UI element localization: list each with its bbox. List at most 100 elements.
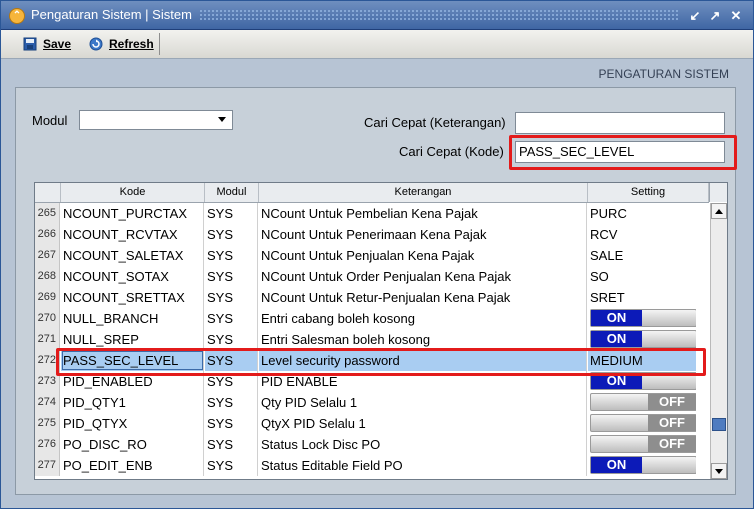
cell-kode[interactable]: PID_QTYX [61,413,204,434]
table-row[interactable]: 269 NCOUNT_SRETTAX SYS NCount Untuk Retur-P… [35,287,709,308]
table-row[interactable]: 270 NULL_BRANCH SYS Entri cabang boleh koso… [35,308,709,329]
cell-modul[interactable]: SYS [205,245,258,266]
arrow-up-icon [715,209,723,214]
toggle-off[interactable]: OFF [590,393,696,411]
cell-kode[interactable]: NCOUNT_SRETTAX [61,287,204,308]
toggle-on[interactable]: ON [590,309,696,327]
toggle-label: ON [591,457,642,473]
cell-setting[interactable]: SRET [588,287,696,308]
scroll-thumb[interactable] [712,418,726,431]
cell-modul[interactable]: SYS [205,392,258,413]
cell-kode[interactable]: PO_EDIT_ENB [61,455,204,476]
cell-setting[interactable]: OFF [588,392,696,413]
cell-keterangan[interactable]: NCount Untuk Penjualan Kena Pajak [259,245,587,266]
toggle-label: OFF [648,436,696,452]
title-drag-area[interactable] [199,9,679,21]
section-title: PENGATURAN SISTEM [598,67,729,81]
cell-modul[interactable]: SYS [205,224,258,245]
floppy-disk-icon [23,37,37,51]
toggle-off[interactable]: OFF [590,435,696,453]
title-bar[interactable]: ⌃ Pengaturan Sistem | Sistem ↙ ↗ ✕ [1,1,753,30]
cell-keterangan[interactable]: QtyX PID Selalu 1 [259,413,587,434]
modul-label: Modul [32,113,68,128]
table-row[interactable]: 268 NCOUNT_SOTAX SYS NCount Untuk Order Pen… [35,266,709,287]
cell-modul[interactable]: SYS [205,308,258,329]
cell-keterangan[interactable]: NCount Untuk Pembelian Kena Pajak [259,203,587,224]
table-row[interactable]: 276 PO_DISC_RO SYS Status Lock Disc PO OFF [35,434,709,455]
cell-keterangan[interactable]: Status Lock Disc PO [259,434,587,455]
table-row[interactable]: 274 PID_QTY1 SYS Qty PID Selalu 1 OFF [35,392,709,413]
row-number: 276 [35,434,60,455]
cell-setting[interactable]: RCV [588,224,696,245]
cell-setting[interactable]: ON [588,455,696,476]
cell-keterangan[interactable]: NCount Untuk Order Penjualan Kena Pajak [259,266,587,287]
header-keterangan[interactable]: Keterangan [259,183,588,202]
cell-kode[interactable]: NCOUNT_RCVTAX [61,224,204,245]
cell-modul[interactable]: SYS [205,203,258,224]
cell-modul[interactable]: SYS [205,413,258,434]
table-row[interactable]: 266 NCOUNT_RCVTAX SYS NCount Untuk Penerima… [35,224,709,245]
cari-kode-input[interactable]: PASS_SEC_LEVEL [515,141,725,163]
cell-keterangan[interactable]: NCount Untuk Penerimaan Kena Pajak [259,224,587,245]
maximize-icon[interactable]: ↗ [708,9,722,23]
table-row[interactable]: 271 NULL_SREP SYS Entri Salesman boleh koso… [35,329,709,350]
cell-setting[interactable]: PURC [588,203,696,224]
table-header: Kode Modul Keterangan Setting [35,183,709,203]
cell-keterangan[interactable]: Qty PID Selalu 1 [259,392,587,413]
cell-setting[interactable]: ON [588,308,696,329]
cell-keterangan[interactable]: Entri cabang boleh kosong [259,308,587,329]
toggle-off[interactable]: OFF [590,414,696,432]
modul-select[interactable] [79,110,233,130]
cell-modul[interactable]: SYS [205,329,258,350]
cell-kode[interactable]: NULL_SREP [61,329,204,350]
cell-keterangan[interactable]: Status Editable Field PO [259,455,587,476]
cell-setting[interactable]: OFF [588,434,696,455]
cell-keterangan[interactable]: Entri Salesman boleh kosong [259,329,587,350]
cell-modul[interactable]: SYS [205,434,258,455]
row-number: 268 [35,266,60,287]
selected-row-highlight-box [56,348,706,376]
cell-setting[interactable]: SO [588,266,696,287]
cell-setting[interactable]: ON [588,329,696,350]
toolbar-separator [159,33,160,55]
cell-setting[interactable]: SALE [588,245,696,266]
cell-modul[interactable]: SYS [205,266,258,287]
header-kode[interactable]: Kode [61,183,205,202]
table-row[interactable]: 265 NCOUNT_PURCTAX SYS NCount Untuk Pembeli… [35,203,709,224]
cell-modul[interactable]: SYS [205,287,258,308]
cell-kode[interactable]: NCOUNT_SALETAX [61,245,204,266]
refresh-icon [89,37,103,51]
scroll-down-button[interactable] [711,463,727,479]
close-icon[interactable]: ✕ [729,9,743,23]
cell-modul[interactable]: SYS [205,455,258,476]
table-row[interactable]: 277 PO_EDIT_ENB SYS Status Editable Field P… [35,455,709,476]
row-number: 277 [35,455,60,476]
chevron-down-icon [218,117,226,122]
cell-keterangan[interactable]: NCount Untuk Retur-Penjualan Kena Pajak [259,287,587,308]
row-number: 270 [35,308,60,329]
cell-kode[interactable]: NCOUNT_SOTAX [61,266,204,287]
save-button[interactable]: Save [23,34,71,54]
toggle-on[interactable]: ON [590,456,696,474]
cari-keterangan-input[interactable] [515,112,725,134]
toggle-on[interactable]: ON [590,330,696,348]
row-number: 271 [35,329,60,350]
scroll-up-button[interactable] [711,203,727,219]
vertical-scrollbar[interactable] [710,203,727,479]
minimize-icon[interactable]: ↙ [688,9,702,23]
cell-kode[interactable]: PID_QTY1 [61,392,204,413]
cell-kode[interactable]: NULL_BRANCH [61,308,204,329]
refresh-label: Refresh [109,37,154,51]
cell-kode[interactable]: PO_DISC_RO [61,434,204,455]
cell-setting[interactable]: OFF [588,413,696,434]
row-number: 266 [35,224,60,245]
header-modul[interactable]: Modul [205,183,259,202]
table-row[interactable]: 275 PID_QTYX SYS QtyX PID Selalu 1 OFF [35,413,709,434]
row-number: 267 [35,245,60,266]
header-setting[interactable]: Setting [588,183,709,202]
table-row[interactable]: 267 NCOUNT_SALETAX SYS NCount Untuk Penjual… [35,245,709,266]
refresh-button[interactable]: Refresh [89,34,154,54]
toggle-label: OFF [648,394,696,410]
cell-kode[interactable]: NCOUNT_PURCTAX [61,203,204,224]
toggle-label: ON [591,331,642,347]
